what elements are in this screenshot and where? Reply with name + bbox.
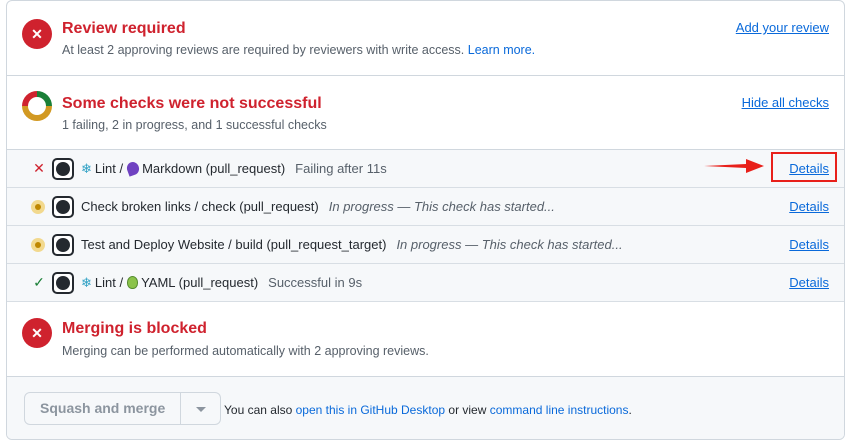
github-avatar-icon: [52, 234, 74, 256]
snowflake-icon: ❄: [81, 161, 92, 176]
review-required-title: Review required: [62, 20, 186, 37]
in-progress-icon: [31, 200, 45, 214]
check-icon: ✓: [33, 274, 45, 290]
x-circle-icon: ✕: [22, 318, 52, 348]
merge-box: ✕ Review required At least 2 approving r…: [6, 0, 845, 440]
merge-actions-section: Squash and merge You can also open this …: [7, 377, 844, 439]
command-line-instructions-link[interactable]: command line instructions: [490, 403, 629, 417]
markdown-icon: [125, 160, 141, 177]
check-prefix: Lint /: [94, 275, 124, 290]
text-end: .: [628, 403, 632, 417]
review-required-subtitle: At least 2 approving reviews are require…: [62, 43, 535, 57]
check-row-text: Test and Deploy Website / build (pull_re…: [81, 237, 623, 252]
github-avatar-icon: [52, 196, 74, 218]
x-circle-icon: ✕: [22, 19, 52, 49]
alternative-options-text: You can also open this in GitHub Desktop…: [224, 403, 632, 417]
add-your-review-link[interactable]: Add your review: [736, 20, 829, 35]
check-prefix: Lint /: [94, 161, 124, 176]
x-icon: ✕: [33, 160, 45, 176]
snowflake-icon: ❄: [81, 275, 92, 290]
check-row-text: Check broken links / check (pull_request…: [81, 199, 555, 214]
learn-more-link[interactable]: Learn more.: [468, 43, 535, 57]
merging-blocked-subtitle: Merging can be performed automatically w…: [62, 344, 429, 358]
yaml-icon: [127, 276, 139, 289]
checks-summary-section: Some checks were not successful 1 failin…: [7, 76, 844, 150]
details-link[interactable]: Details: [789, 199, 829, 214]
github-desktop-link[interactable]: open this in GitHub Desktop: [296, 403, 445, 417]
check-row-text: ❄ Lint / YAML (pull_request) Successful in …: [81, 275, 362, 291]
text-before: You can also: [224, 403, 293, 417]
merging-blocked-section: ✕ Merging is blocked Merging can be perf…: [7, 302, 844, 377]
checks-donut-icon: [22, 91, 52, 121]
in-progress-icon: [31, 238, 45, 252]
red-arrow-annotation: [704, 159, 764, 173]
check-status: Failing after 11s: [295, 161, 387, 176]
review-required-section: ✕ Review required At least 2 approving r…: [7, 1, 844, 76]
check-status: In progress — This check has started...: [328, 199, 555, 214]
check-row: Test and Deploy Website / build (pull_re…: [7, 226, 844, 264]
squash-and-merge-button[interactable]: Squash and merge: [24, 392, 182, 425]
check-name: Markdown (pull_request): [142, 161, 286, 176]
check-row-text: ❄ Lint / Markdown (pull_request) Failing af…: [81, 160, 387, 177]
caret-down-icon[interactable]: [181, 392, 222, 425]
hide-all-checks-link[interactable]: Hide all checks: [742, 95, 829, 110]
check-status: In progress — This check has started...: [396, 237, 623, 252]
check-row: Check broken links / check (pull_request…: [7, 188, 844, 226]
check-status: Successful in 9s: [268, 275, 363, 290]
review-required-text: At least 2 approving reviews are require…: [62, 43, 465, 57]
merge-button-group: Squash and merge: [24, 392, 222, 425]
details-link[interactable]: Details: [789, 275, 829, 290]
details-link[interactable]: Details: [789, 237, 829, 252]
checks-subtitle: 1 failing, 2 in progress, and 1 successf…: [62, 118, 327, 132]
details-highlight-box: [771, 152, 837, 182]
github-avatar-icon: [52, 158, 74, 180]
checks-title: Some checks were not successful: [62, 95, 322, 112]
check-row: ✓ ❄ Lint / YAML (pull_request) Successful i…: [7, 264, 844, 302]
check-name: Test and Deploy Website / build (pull_re…: [81, 237, 387, 252]
check-name: YAML (pull_request): [141, 275, 259, 290]
text-middle: or view: [448, 403, 487, 417]
check-name: Check broken links / check (pull_request…: [81, 199, 319, 214]
merging-blocked-title: Merging is blocked: [62, 320, 207, 337]
github-avatar-icon: [52, 272, 74, 294]
